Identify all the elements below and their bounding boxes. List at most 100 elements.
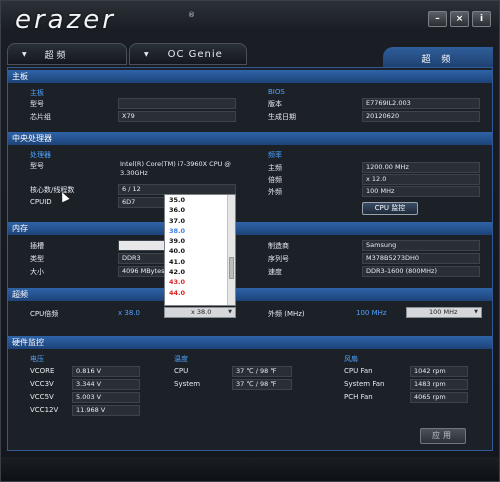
pch-fan-value: 4065 rpm	[410, 392, 468, 403]
mem-mfr-label: 制造商	[268, 242, 289, 250]
oc-ext-current: 100 MHz	[356, 309, 387, 317]
main-freq-value: 1200.00 MHz	[362, 162, 480, 173]
title-bar: erazer ® – × i	[1, 1, 499, 39]
info-button[interactable]: i	[472, 11, 491, 27]
mb-model-value	[118, 98, 236, 109]
oc-ext-select[interactable]: 100 MHz ▼	[406, 307, 482, 318]
dropdown-option[interactable]: 42.0	[165, 267, 235, 277]
apply-button[interactable]: 应用	[420, 428, 466, 444]
dropdown-scroll-thumb[interactable]	[229, 257, 234, 279]
cpu-model-label: 型号	[30, 162, 44, 170]
tab-overclock[interactable]: ▼ 超 频	[7, 43, 127, 65]
sys-fan-label: System Fan	[344, 380, 385, 388]
close-button[interactable]: ×	[450, 11, 469, 27]
mem-speed-label: 速度	[268, 268, 282, 276]
tab-bar: ▼ 超 频 ▼ OC Genie 超 频	[7, 41, 493, 69]
mb-chipset-label: 芯片组	[30, 113, 51, 121]
mem-size-label: 大小	[30, 268, 44, 276]
pch-fan-label: PCH Fan	[344, 393, 373, 401]
cpu-mult-label: CPU倍频	[30, 310, 59, 318]
sub-temperature: 温度	[174, 355, 188, 363]
cpu-cores-label: 核心数/线程数	[30, 186, 75, 194]
chevron-down-icon: ▼	[22, 50, 27, 58]
ext-freq-label: 外频	[268, 188, 282, 196]
sys-fan-value: 1483 rpm	[410, 379, 468, 390]
sub-frequency: 频率	[268, 151, 282, 159]
cpu-mult-select-value: x 38.0	[191, 308, 212, 316]
dropdown-option[interactable]: 35.0	[165, 195, 235, 205]
cpu-temp-label: CPU	[174, 367, 189, 375]
cpu-model-value: Intel(R) Core(TM) i7-3960X CPU @ 3.30GHz	[120, 160, 231, 177]
mem-type-label: 类型	[30, 255, 44, 263]
sub-voltage: 电压	[30, 355, 44, 363]
section-header-cpu: 中央处理器	[8, 132, 492, 145]
dropdown-option[interactable]: 37.0	[165, 216, 235, 226]
bios-version-label: 版本	[268, 100, 282, 108]
dropdown-option[interactable]: 40.0	[165, 246, 235, 256]
mb-model-label: 型号	[30, 100, 44, 108]
erazer-window: erazer ® – × i ▼ 超 频 ▼ OC Genie 超 频 主板 主…	[0, 0, 500, 482]
cpu-mult-dropdown-list[interactable]: 35.0 36.0 37.0 38.0 39.0 40.0 41.0 42.0 43.0 44.0	[164, 194, 236, 306]
mem-serial-label: 序列号	[268, 255, 289, 263]
mem-serial-value: M378B5273DH0	[362, 253, 480, 264]
bios-date-value: 20120620	[362, 111, 480, 122]
minimize-button[interactable]: –	[428, 11, 447, 27]
erazer-logo: erazer	[15, 5, 116, 35]
bios-version-value: E7769IL2.003	[362, 98, 480, 109]
vcc5-value: 5.003 V	[72, 392, 140, 403]
dropdown-items: 35.0 36.0 37.0 38.0 39.0 40.0 41.0 42.0 43.0 44.0	[165, 195, 235, 298]
vcore-label: VCORE	[30, 367, 55, 375]
mem-speed-value: DDR3-1600 (800MHz)	[362, 266, 480, 277]
dropdown-option[interactable]: 44.0	[165, 288, 235, 298]
vcc3-label: VCC3V	[30, 380, 54, 388]
cpu-temp-value: 37 ℃ / 98 ℉	[232, 366, 292, 377]
vcc12-label: VCC12V	[30, 406, 59, 414]
status-bar	[1, 457, 499, 481]
bios-date-label: 生成日期	[268, 113, 296, 121]
chevron-down-icon: ▼	[474, 309, 478, 315]
tab-oc-genie-label: OC Genie	[167, 48, 223, 60]
mem-slot-label: 插槽	[30, 242, 44, 250]
dropdown-option[interactable]: 43.0	[165, 277, 235, 287]
sub-bios: BIOS	[268, 88, 285, 96]
cpu-mult-current: x 38.0	[118, 309, 140, 317]
vcore-value: 0.816 V	[72, 366, 140, 377]
mem-mfr-value: Samsung	[362, 240, 480, 251]
dropdown-scrollbar[interactable]	[227, 195, 235, 305]
main-content: 主板 主板 型号 芯片组 X79 BIOS 版本 E7769IL2.003 生成…	[7, 67, 493, 451]
sys-temp-value: 37 ℃ / 98 ℉	[232, 379, 292, 390]
cpu-fan-value: 1042 rpm	[410, 366, 468, 377]
mb-chipset-value: X79	[118, 111, 236, 122]
vcc5-label: VCC5V	[30, 393, 54, 401]
multiplier-value: x 12.0	[362, 174, 480, 185]
sub-processor: 处理器	[30, 151, 51, 159]
main-freq-label: 主频	[268, 164, 282, 172]
section-header-hw: 硬件监控	[8, 336, 492, 349]
section-header-mainboard: 主板	[8, 70, 492, 83]
cpu-fan-label: CPU Fan	[344, 367, 373, 375]
chevron-down-icon: ▼	[228, 309, 232, 315]
vcc12-value: 11.968 V	[72, 405, 140, 416]
sub-fan: 风扇	[344, 355, 358, 363]
dropdown-option[interactable]: 39.0	[165, 236, 235, 246]
active-page-title: 超 频	[383, 47, 493, 69]
section-header-oc: 超频	[8, 288, 492, 301]
multiplier-label: 倍频	[268, 176, 282, 184]
oc-ext-select-value: 100 MHz	[429, 308, 458, 316]
cpuid-label: CPUID	[30, 198, 52, 206]
tab-oc-genie[interactable]: ▼ OC Genie	[129, 43, 247, 65]
registered-mark: ®	[188, 11, 195, 19]
chevron-down-icon: ▼	[144, 50, 150, 58]
ext-freq-value: 100 MHz	[362, 186, 480, 197]
window-controls: – × i	[428, 11, 491, 27]
cpu-mult-select[interactable]: x 38.0 ▼	[164, 307, 236, 318]
dropdown-option[interactable]: 36.0	[165, 205, 235, 215]
sys-temp-label: System	[174, 380, 201, 388]
vcc3-value: 3.344 V	[72, 379, 140, 390]
cpu-monitor-button[interactable]: CPU 监控	[362, 202, 418, 215]
dropdown-option[interactable]: 38.0	[165, 226, 235, 236]
tab-overclock-label: 超 频	[44, 50, 66, 61]
section-header-memory: 内存	[8, 222, 492, 235]
oc-ext-label: 外频 (MHz)	[268, 310, 305, 318]
dropdown-option[interactable]: 41.0	[165, 257, 235, 267]
